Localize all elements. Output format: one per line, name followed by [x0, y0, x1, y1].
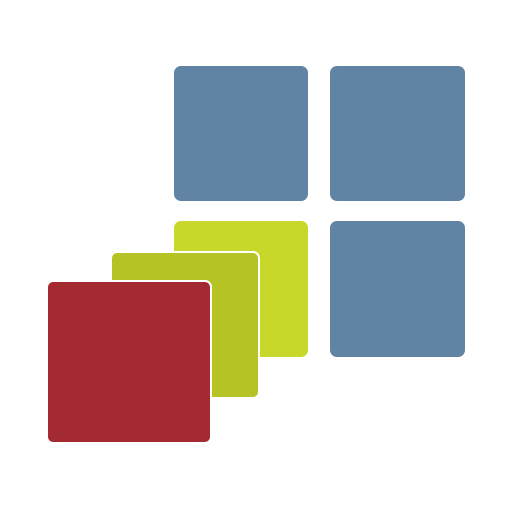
blue-tile-top-right: [330, 66, 465, 201]
red-card-front: [46, 280, 212, 444]
blue-tile-bottom-right: [330, 221, 465, 357]
blue-tile-top-left: [174, 66, 308, 201]
tiles-stack-logo: [0, 0, 512, 512]
